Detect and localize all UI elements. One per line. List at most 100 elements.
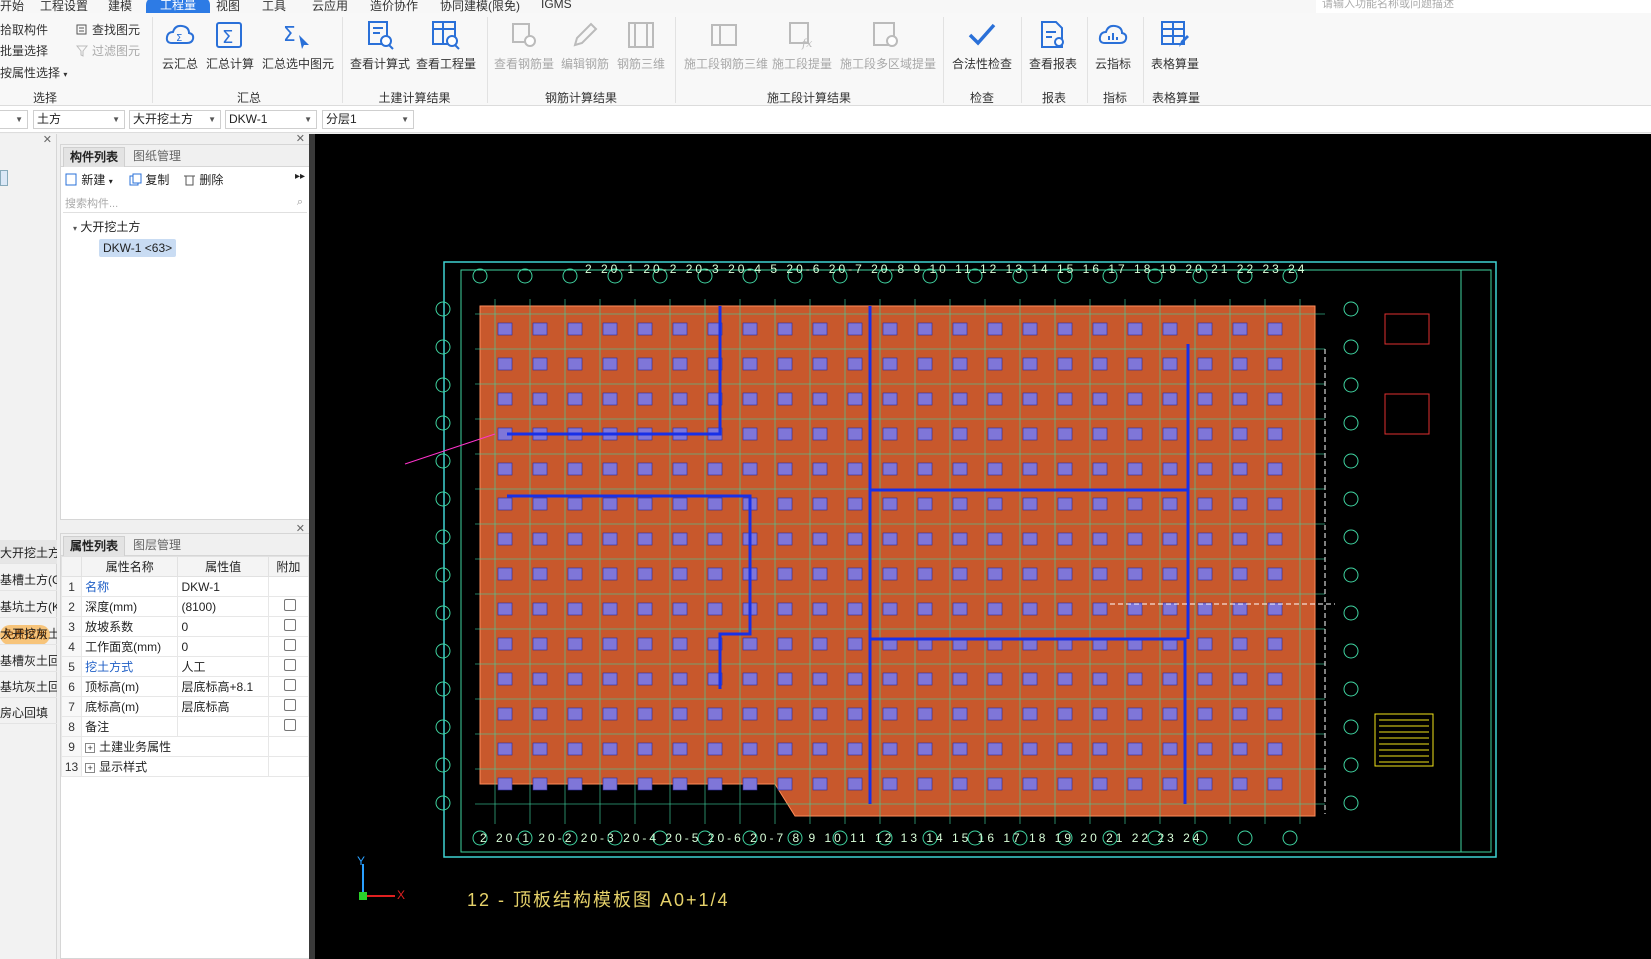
pile-cap (952, 707, 968, 721)
edit-rebar-button[interactable]: 编辑钢筋 (560, 19, 610, 72)
property-extra[interactable] (267, 716, 310, 737)
selected-nav-icon[interactable] (0, 170, 8, 186)
delete-component-button[interactable]: 删除 (183, 171, 223, 188)
floor-select[interactable]: ▼ (0, 110, 28, 129)
category-select[interactable]: 土方 ▼ (33, 110, 125, 129)
property-row[interactable]: 6 顶标高(m) 层底标高+8.1 (60, 676, 310, 697)
menu-view[interactable]: 视图 (216, 0, 240, 13)
copy-component-button[interactable]: 复制 (129, 171, 169, 188)
component-search-input[interactable]: 搜索构件... (63, 195, 307, 213)
menu-cloud[interactable]: 云应用 (312, 0, 348, 13)
extra-checkbox[interactable] (283, 639, 296, 651)
property-value[interactable]: 层底标高+8.1 (177, 676, 269, 697)
feature-search-input[interactable]: 请输入功能名称或问题描述 (1316, 0, 1651, 13)
summary-calc-button[interactable]: Σ 汇总计算 (206, 19, 254, 72)
close-icon[interactable]: ✕ (296, 132, 305, 145)
view-quantity-button[interactable]: 查看工程量 (416, 19, 476, 72)
search-icon[interactable]: ⌕ (297, 196, 303, 209)
pile-cap (532, 742, 548, 756)
nav-item[interactable]: 基坑灰土回填 (0, 674, 57, 698)
rebar-3d-button[interactable]: 钢筋三维 (616, 19, 666, 72)
menu-quantity[interactable]: 工程量 (146, 0, 211, 13)
new-component-button[interactable]: 新建 ▾ (65, 171, 113, 188)
type-select[interactable]: 大开挖土方 ▼ (129, 110, 221, 129)
menu-modeling[interactable]: 建模 (108, 0, 132, 13)
tab-component-list[interactable]: 构件列表 (63, 147, 126, 167)
tab-layer-manage[interactable]: 图层管理 (127, 536, 187, 556)
menu-cost-collab[interactable]: 造价协作 (370, 0, 418, 13)
property-value[interactable]: 0 (177, 636, 269, 657)
property-value[interactable]: DKW-1 (177, 576, 269, 597)
nav-item[interactable]: 基槽土方(C) (0, 567, 57, 591)
table-calc-button[interactable]: 表格算量 (1149, 19, 1201, 72)
filter-element-button[interactable]: 过滤图元 (76, 42, 140, 59)
extra-checkbox[interactable] (283, 679, 296, 691)
tab-property-list[interactable]: 属性列表 (63, 536, 126, 556)
property-value[interactable]: (8100) (177, 596, 269, 617)
extra-checkbox[interactable] (283, 699, 296, 711)
property-extra[interactable] (267, 656, 310, 677)
nav-item[interactable]: 基坑土方(K) (0, 594, 57, 618)
expand-plus-icon[interactable]: + (85, 743, 96, 753)
select-by-attr-button[interactable]: 按属性选择 ▾ (0, 64, 67, 81)
tree-child-node-selected[interactable]: DKW-1 <63> (99, 239, 177, 257)
cloud-index-button[interactable]: 云指标 (1093, 19, 1133, 72)
property-row[interactable]: 7 底标高(m) 层底标高 (60, 696, 310, 717)
menu-project-settings[interactable]: 工程设置 (40, 0, 88, 13)
pile-cap (1127, 322, 1143, 336)
property-group-name[interactable]: + 显示样式 (81, 756, 269, 777)
pick-component-button[interactable]: 拾取构件 (0, 21, 48, 38)
close-icon[interactable]: ✕ (43, 133, 52, 146)
property-extra[interactable] (267, 676, 310, 697)
expand-icon[interactable]: ▾ (73, 224, 77, 233)
extra-checkbox[interactable] (283, 659, 296, 671)
view-report-button[interactable]: 查看报表 (1027, 19, 1079, 72)
property-value[interactable]: 0 (177, 616, 269, 637)
tree-parent-node[interactable]: ▾ 大开挖土方 (73, 218, 140, 235)
nav-item[interactable]: 基槽灰土回填 (0, 648, 57, 672)
property-row[interactable]: 8 备注 (60, 716, 310, 737)
nav-item[interactable]: 大开挖灰土... (0, 621, 57, 645)
menu-igms[interactable]: IGMS (541, 0, 572, 11)
legality-check-button[interactable]: 合法性检查 (951, 19, 1013, 72)
stage-extract-button[interactable]: fx 施工段提量 (772, 19, 832, 72)
more-icon[interactable]: ▸▸ (295, 171, 305, 182)
property-row[interactable]: 3 放坡系数 0 (60, 616, 310, 637)
property-extra[interactable] (267, 596, 310, 617)
property-value[interactable]: 层底标高 (177, 696, 269, 717)
stage-rebar-3d-button[interactable]: 施工段钢筋三维 (684, 19, 768, 72)
property-row[interactable]: 4 工作面宽(mm) 0 (60, 636, 310, 657)
property-value[interactable] (177, 716, 269, 737)
nav-item[interactable]: 房心回填 (0, 700, 57, 724)
property-value[interactable]: 人工 (177, 656, 269, 677)
property-row[interactable]: 2 深度(mm) (8100) (60, 596, 310, 617)
drawing-canvas[interactable]: 12 - 顶板结构模板图 A0+1/4 2 20-1 20-2 20-3 20-… (315, 134, 1651, 959)
property-extra[interactable] (267, 696, 310, 717)
batch-select-button[interactable]: 批量选择 (0, 42, 48, 59)
summary-selected-button[interactable]: Σ 汇总选中图元 (262, 19, 334, 72)
view-rebar-button[interactable]: 查看钢筋量 (494, 19, 554, 72)
nav-item[interactable]: 大开挖土方(... (0, 540, 57, 564)
menu-start[interactable]: 开始 (0, 0, 24, 13)
extra-checkbox[interactable] (283, 599, 296, 611)
property-group-name[interactable]: + 土建业务属性 (81, 736, 269, 757)
axis-bubble (435, 339, 451, 355)
property-group-row[interactable]: 9 + 土建业务属性 (60, 736, 310, 757)
expand-plus-icon[interactable]: + (85, 763, 96, 773)
menu-tools[interactable]: 工具 (262, 0, 286, 13)
menu-collab-model[interactable]: 协同建模(限免) (440, 0, 520, 13)
extra-checkbox[interactable] (283, 619, 296, 631)
property-row[interactable]: 1 名称 DKW-1 (60, 576, 310, 597)
find-element-button[interactable]: 查找图元 (76, 21, 140, 38)
view-formula-button[interactable]: 查看计算式 (350, 19, 410, 72)
component-select[interactable]: DKW-1 ▼ (225, 110, 317, 129)
stage-multi-extract-button[interactable]: 施工段多区域提量 (840, 19, 936, 72)
property-row[interactable]: 5 挖土方式 人工 (60, 656, 310, 677)
property-group-row[interactable]: 13 + 显示样式 (60, 756, 310, 777)
extra-checkbox[interactable] (283, 719, 296, 731)
tab-drawing-manage[interactable]: 图纸管理 (127, 147, 187, 167)
property-extra[interactable] (267, 636, 310, 657)
layer-select[interactable]: 分层1 ▼ (322, 110, 414, 129)
cloud-summary-button[interactable]: Σ 云汇总 (160, 19, 200, 72)
property-extra[interactable] (267, 616, 310, 637)
